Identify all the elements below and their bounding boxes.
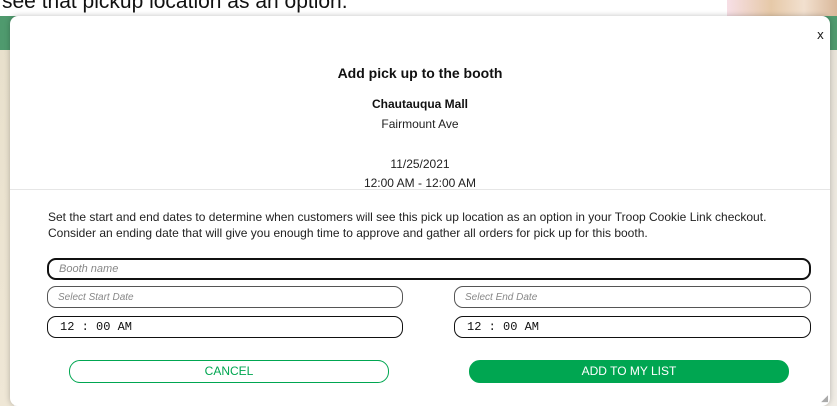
instructions-text: Set the start and end dates to determine… (48, 210, 767, 240)
booth-name-input[interactable] (47, 258, 811, 280)
start-date-input[interactable] (47, 286, 403, 308)
end-time-input[interactable]: 12 : 00 AM (454, 316, 811, 338)
booth-time-range: 12:00 AM - 12:00 AM (363, 176, 477, 190)
location-street: Fairmount Ave (381, 117, 459, 131)
background-text: see that pickup location as an option. (2, 0, 348, 13)
resize-grip-icon[interactable]: ◢ (821, 394, 828, 404)
add-pickup-modal: x Add pick up to the booth Chautauqua Ma… (10, 16, 830, 406)
end-date-input[interactable] (454, 286, 811, 308)
close-icon[interactable]: x (817, 28, 824, 42)
start-time-input[interactable]: 12 : 00 AM (47, 316, 403, 338)
modal-title: Add pick up to the booth (337, 65, 503, 81)
divider (10, 189, 830, 190)
add-to-my-list-button[interactable]: ADD TO MY LIST (469, 360, 789, 383)
booth-date: 11/25/2021 (390, 157, 450, 171)
location-name: Chautauqua Mall (371, 97, 468, 111)
cancel-button[interactable]: CANCEL (69, 360, 389, 383)
